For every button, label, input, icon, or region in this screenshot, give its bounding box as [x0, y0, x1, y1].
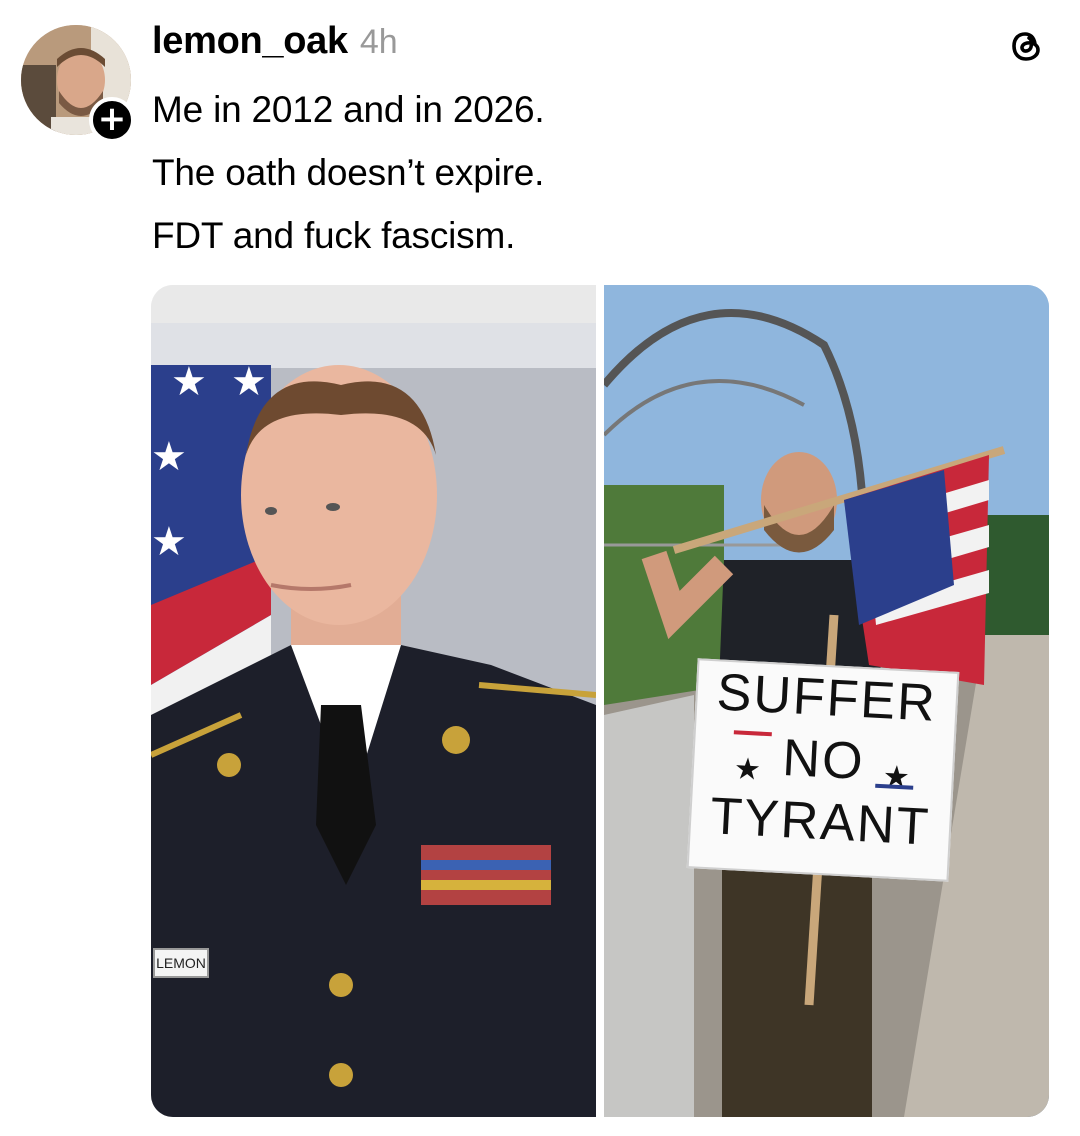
svg-text:★: ★ [171, 360, 207, 404]
star-icon: ★ [881, 760, 913, 795]
name-tape: LEMON [153, 948, 209, 978]
svg-text:★: ★ [231, 360, 267, 404]
post-timestamp[interactable]: 4h [360, 23, 398, 62]
photo-military-portrait[interactable]: ★ ★ ★ ★ LEMON [151, 285, 596, 1117]
threads-post: + lemon_oak 4h Me in 2012 and in 2026. T… [0, 0, 1080, 1136]
caption-line-3: FDT and fuck fascism. [152, 215, 516, 256]
threads-logo-icon[interactable] [1004, 24, 1048, 68]
sign-red-stripe [733, 730, 772, 737]
caption-line-1: Me in 2012 and in 2026. [152, 89, 545, 130]
follow-button[interactable]: + [89, 97, 135, 143]
protest-sign: SUFFER ★ NO ★ TYRANT [686, 658, 960, 882]
post-header: lemon_oak 4h [152, 20, 398, 63]
photo-protest[interactable]: SUFFER ★ NO ★ TYRANT [604, 285, 1049, 1117]
post-caption: Me in 2012 and in 2026. The oath doesn’t… [152, 86, 545, 275]
username[interactable]: lemon_oak [152, 20, 348, 63]
svg-text:★: ★ [151, 435, 187, 479]
portrait-image: ★ ★ ★ ★ [151, 285, 596, 1117]
sign-line-2: NO [781, 728, 866, 792]
svg-text:★: ★ [151, 520, 187, 564]
sign-line-2-wrap: ★ NO ★ [693, 722, 954, 797]
star-icon: ★ [733, 752, 764, 787]
plus-icon: + [97, 99, 127, 139]
post-media[interactable]: ★ ★ ★ ★ LEMON SUFFER ★ NO ★ TYRANT [151, 285, 1049, 1117]
caption-line-2: The oath doesn’t expire. [152, 152, 545, 193]
